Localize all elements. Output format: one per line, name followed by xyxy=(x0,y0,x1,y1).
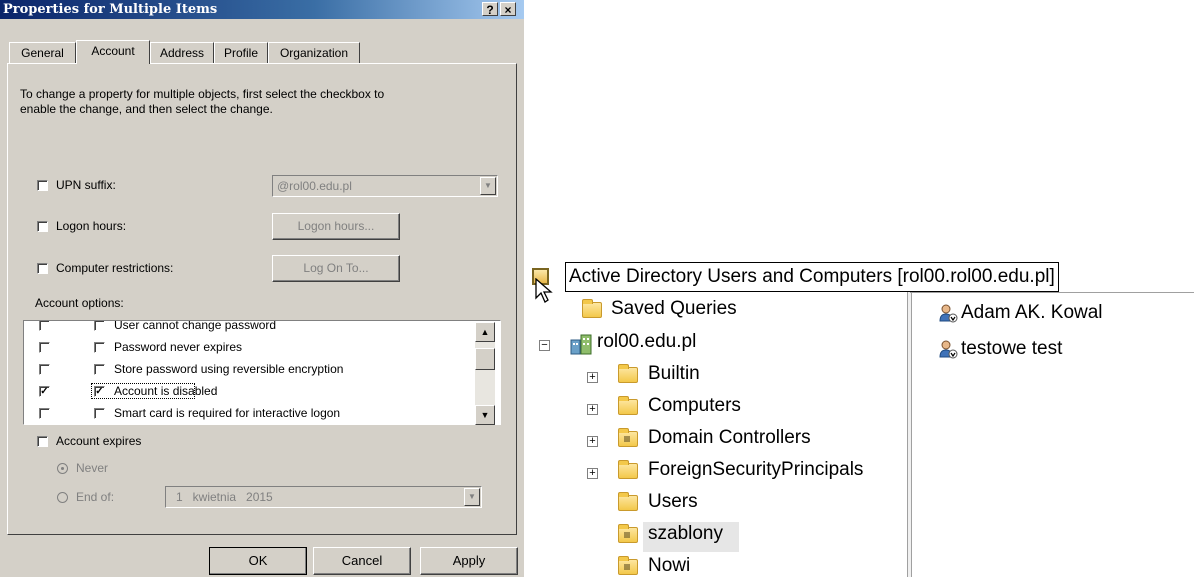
mouse-cursor-icon xyxy=(535,278,553,303)
option-enable-checkbox[interactable] xyxy=(39,364,50,375)
upn-suffix-checkbox[interactable] xyxy=(37,180,48,191)
option-label: Smart card is required for interactive l… xyxy=(114,406,341,420)
list-item[interactable]: Smart card is required for interactive l… xyxy=(24,402,479,424)
user-adam-ak-kowal[interactable]: Adam AK. Kowal xyxy=(961,302,1103,324)
scroll-up-icon[interactable]: ▲ xyxy=(475,322,495,342)
end-of-date-picker[interactable]: 1 kwietnia 2015 ▼ xyxy=(165,486,482,508)
user-icon xyxy=(939,304,958,323)
expand-icon[interactable]: + xyxy=(587,372,598,383)
intro-text-line2: enable the change, and then select the c… xyxy=(20,102,273,116)
end-of-radio[interactable] xyxy=(57,492,68,503)
option-enable-checkbox[interactable] xyxy=(39,321,50,331)
help-button[interactable]: ? xyxy=(482,2,498,17)
tab-organization[interactable]: Organization xyxy=(268,42,360,64)
end-of-date-value: 1 kwietnia 2015 xyxy=(176,490,273,504)
pane-splitter[interactable] xyxy=(907,292,912,577)
option-value-checkbox[interactable] xyxy=(94,321,105,331)
option-label: Account is disabled xyxy=(114,384,218,398)
option-enable-checkbox[interactable] xyxy=(39,342,50,353)
upn-suffix-value: @rol00.edu.pl xyxy=(277,179,352,193)
option-label: Store password using reversible encrypti… xyxy=(114,362,344,376)
upn-suffix-dropdown[interactable]: @rol00.edu.pl ▼ xyxy=(272,175,498,197)
tree-node-foreign-security-principals[interactable]: ForeignSecurityPrincipals xyxy=(648,459,863,481)
aduc-console: Active Directory Users and Computers [ro… xyxy=(527,258,1194,577)
expand-icon[interactable]: + xyxy=(587,436,598,447)
properties-dialog: Properties for Multiple Items ? × Genera… xyxy=(0,0,524,577)
option-label: User cannot change password xyxy=(114,320,277,332)
title-bar[interactable]: Properties for Multiple Items ? × xyxy=(0,0,524,19)
cancel-button[interactable]: Cancel xyxy=(313,547,411,575)
chevron-down-icon[interactable]: ▼ xyxy=(464,488,480,506)
folder-icon xyxy=(618,396,638,415)
account-expires-checkbox[interactable] xyxy=(37,436,48,447)
ou-folder-icon xyxy=(618,428,638,447)
intro-text-line1: To change a property for multiple object… xyxy=(20,87,385,101)
options-scrollbar[interactable]: ▲ ▼ xyxy=(475,322,495,425)
tab-general[interactable]: General xyxy=(9,42,76,64)
expand-icon[interactable]: + xyxy=(587,468,598,479)
account-options-list[interactable]: User cannot change password Password nev… xyxy=(23,320,501,425)
user-testowe-test[interactable]: testowe test xyxy=(961,338,1062,360)
logon-hours-label: Logon hours: xyxy=(56,219,127,233)
option-enable-checkbox[interactable]: ✓ xyxy=(39,386,50,397)
domain-icon xyxy=(570,334,592,355)
tree-node-users[interactable]: Users xyxy=(648,491,698,513)
details-pane-border xyxy=(910,292,1194,293)
folder-icon xyxy=(618,460,638,479)
upn-suffix-label: UPN suffix: xyxy=(56,178,116,192)
option-value-checkbox[interactable]: ✓ xyxy=(94,386,105,397)
tree-node-domain-controllers[interactable]: Domain Controllers xyxy=(648,427,811,449)
option-value-checkbox[interactable] xyxy=(94,342,105,353)
scrollbar-thumb[interactable] xyxy=(475,348,495,370)
aduc-root-node[interactable]: Active Directory Users and Computers [ro… xyxy=(565,262,1059,292)
list-item[interactable]: User cannot change password xyxy=(24,320,479,336)
folder-icon xyxy=(618,364,638,383)
logon-hours-button[interactable]: Logon hours... xyxy=(272,213,400,240)
ou-folder-icon xyxy=(618,524,638,543)
chevron-down-icon[interactable]: ▼ xyxy=(480,177,496,195)
option-value-checkbox[interactable] xyxy=(94,408,105,419)
scroll-down-icon[interactable]: ▼ xyxy=(475,405,495,425)
option-value-checkbox[interactable] xyxy=(94,364,105,375)
never-radio[interactable] xyxy=(57,463,68,474)
tab-profile[interactable]: Profile xyxy=(214,42,268,64)
never-label: Never xyxy=(76,461,109,475)
tree-node-builtin[interactable]: Builtin xyxy=(648,363,700,385)
tab-account[interactable]: Account xyxy=(76,40,150,64)
computer-restrictions-checkbox[interactable] xyxy=(37,263,48,274)
account-options-label: Account options: xyxy=(35,296,124,310)
tab-address[interactable]: Address xyxy=(150,42,214,64)
computer-restrictions-label: Computer restrictions: xyxy=(56,261,174,275)
option-enable-checkbox[interactable] xyxy=(39,408,50,419)
end-of-label: End of: xyxy=(76,490,115,504)
apply-button[interactable]: Apply xyxy=(420,547,518,575)
dialog-title: Properties for Multiple Items xyxy=(3,2,218,17)
list-item[interactable]: Store password using reversible encrypti… xyxy=(24,358,479,380)
tree-node-domain[interactable]: rol00.edu.pl xyxy=(597,331,696,353)
list-item[interactable]: Password never expires xyxy=(24,336,479,358)
ou-folder-icon xyxy=(618,556,638,575)
collapse-icon[interactable]: − xyxy=(539,340,550,351)
user-icon xyxy=(939,340,958,359)
account-expires-label: Account expires xyxy=(56,434,142,448)
option-label: Password never expires xyxy=(114,340,243,354)
folder-icon xyxy=(618,492,638,511)
tree-node-nowi[interactable]: Nowi xyxy=(648,555,690,577)
ok-button[interactable]: OK xyxy=(209,547,307,575)
logon-hours-checkbox[interactable] xyxy=(37,221,48,232)
close-button[interactable]: × xyxy=(500,2,516,17)
expand-icon[interactable]: + xyxy=(587,404,598,415)
list-item[interactable]: ✓ ✓ Account is disabled xyxy=(24,380,479,402)
tree-node-saved-queries[interactable]: Saved Queries xyxy=(611,298,737,320)
log-on-to-button[interactable]: Log On To... xyxy=(272,255,400,282)
saved-queries-folder-icon xyxy=(582,299,602,318)
tree-node-szablony[interactable]: szablony xyxy=(648,523,723,545)
tree-node-computers[interactable]: Computers xyxy=(648,395,741,417)
